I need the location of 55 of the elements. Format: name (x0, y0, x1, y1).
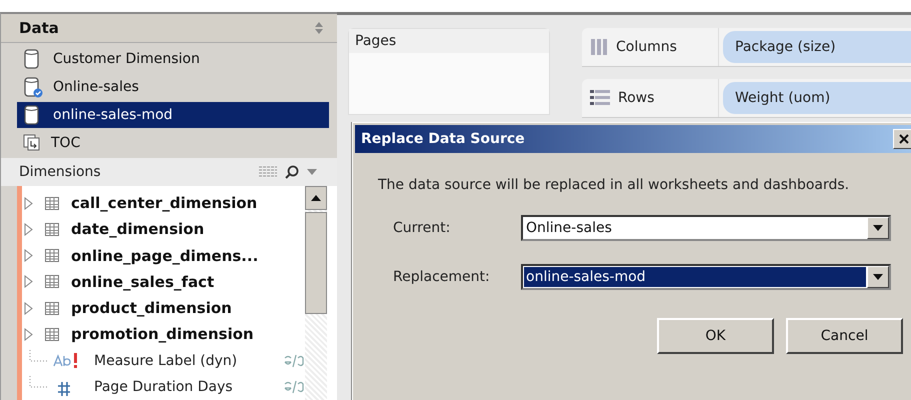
close-button[interactable] (893, 129, 911, 149)
table-name[interactable]: promotion_dimension (71, 325, 254, 344)
data-source-item[interactable]: online-sales-mod (17, 102, 329, 128)
table-name[interactable]: online_page_dimens... (71, 246, 258, 265)
table-name[interactable]: online_sales_fact (71, 272, 214, 291)
data-source-item[interactable]: Customer Dimension (17, 46, 329, 72)
table-name[interactable]: call_center_dimension (71, 194, 258, 212)
expand-arrow-icon[interactable] (24, 249, 33, 262)
database-check-icon (23, 76, 43, 98)
sort-arrows-icon[interactable] (315, 22, 323, 34)
table-icon (45, 222, 59, 236)
expand-arrow-icon[interactable] (24, 328, 33, 341)
field-label: Current: (392, 220, 452, 236)
scrollbar[interactable] (305, 186, 327, 400)
scroll-up-icon[interactable] (311, 195, 321, 201)
table-icon (45, 302, 59, 315)
calculation-icon (283, 354, 305, 368)
field-label: Replacement: (392, 269, 491, 285)
field-pill[interactable]: Weight (uom) (723, 82, 911, 114)
source-dropdown[interactable]: Online-sales (521, 215, 891, 241)
caret-icon (873, 274, 883, 280)
table-icon (45, 328, 59, 341)
data-pane-title: Data (19, 19, 59, 37)
expand-arrow-icon[interactable] (24, 222, 33, 236)
rows-icon (590, 89, 610, 107)
shelf-label: Rows (582, 79, 719, 117)
search-icon[interactable] (285, 165, 299, 179)
columns-icon (590, 38, 608, 56)
data-source-item[interactable]: Online-sales (17, 74, 329, 100)
dialog-title: Replace Data Source (361, 131, 525, 147)
field-name[interactable]: Measure Label (dyn) (94, 352, 271, 369)
dialog-message: The data source will be replaced in all worksheets and dashboards. (378, 177, 850, 193)
data-source-item[interactable]: TOC (17, 130, 329, 156)
table-name[interactable]: date_dimension (71, 220, 204, 238)
source-dropdown[interactable]: online-sales-mod (521, 264, 891, 290)
dimensions-title: Dimensions (19, 164, 101, 180)
dialog-button[interactable]: OK (657, 318, 774, 354)
close-icon (899, 134, 909, 144)
field-pill[interactable]: Package (size) (723, 31, 911, 63)
list-view-icon[interactable] (259, 166, 277, 178)
table-icon (45, 196, 59, 210)
table-icon (45, 275, 59, 288)
pages-title: Pages (349, 29, 549, 53)
shelf-label: Columns (582, 28, 719, 66)
calculation-icon (283, 380, 305, 394)
table-icon (45, 249, 59, 262)
caret-icon (873, 225, 883, 231)
expand-arrow-icon[interactable] (24, 302, 33, 315)
dialog-button[interactable]: Cancel (786, 318, 903, 354)
expand-arrow-icon[interactable] (24, 275, 33, 288)
linked-sheets-icon (23, 134, 41, 152)
expand-arrow-icon[interactable] (24, 196, 33, 210)
dropdown-icon[interactable] (307, 169, 317, 175)
table-name[interactable]: product_dimension (71, 299, 232, 318)
field-name[interactable]: Page Duration Days (94, 378, 271, 395)
